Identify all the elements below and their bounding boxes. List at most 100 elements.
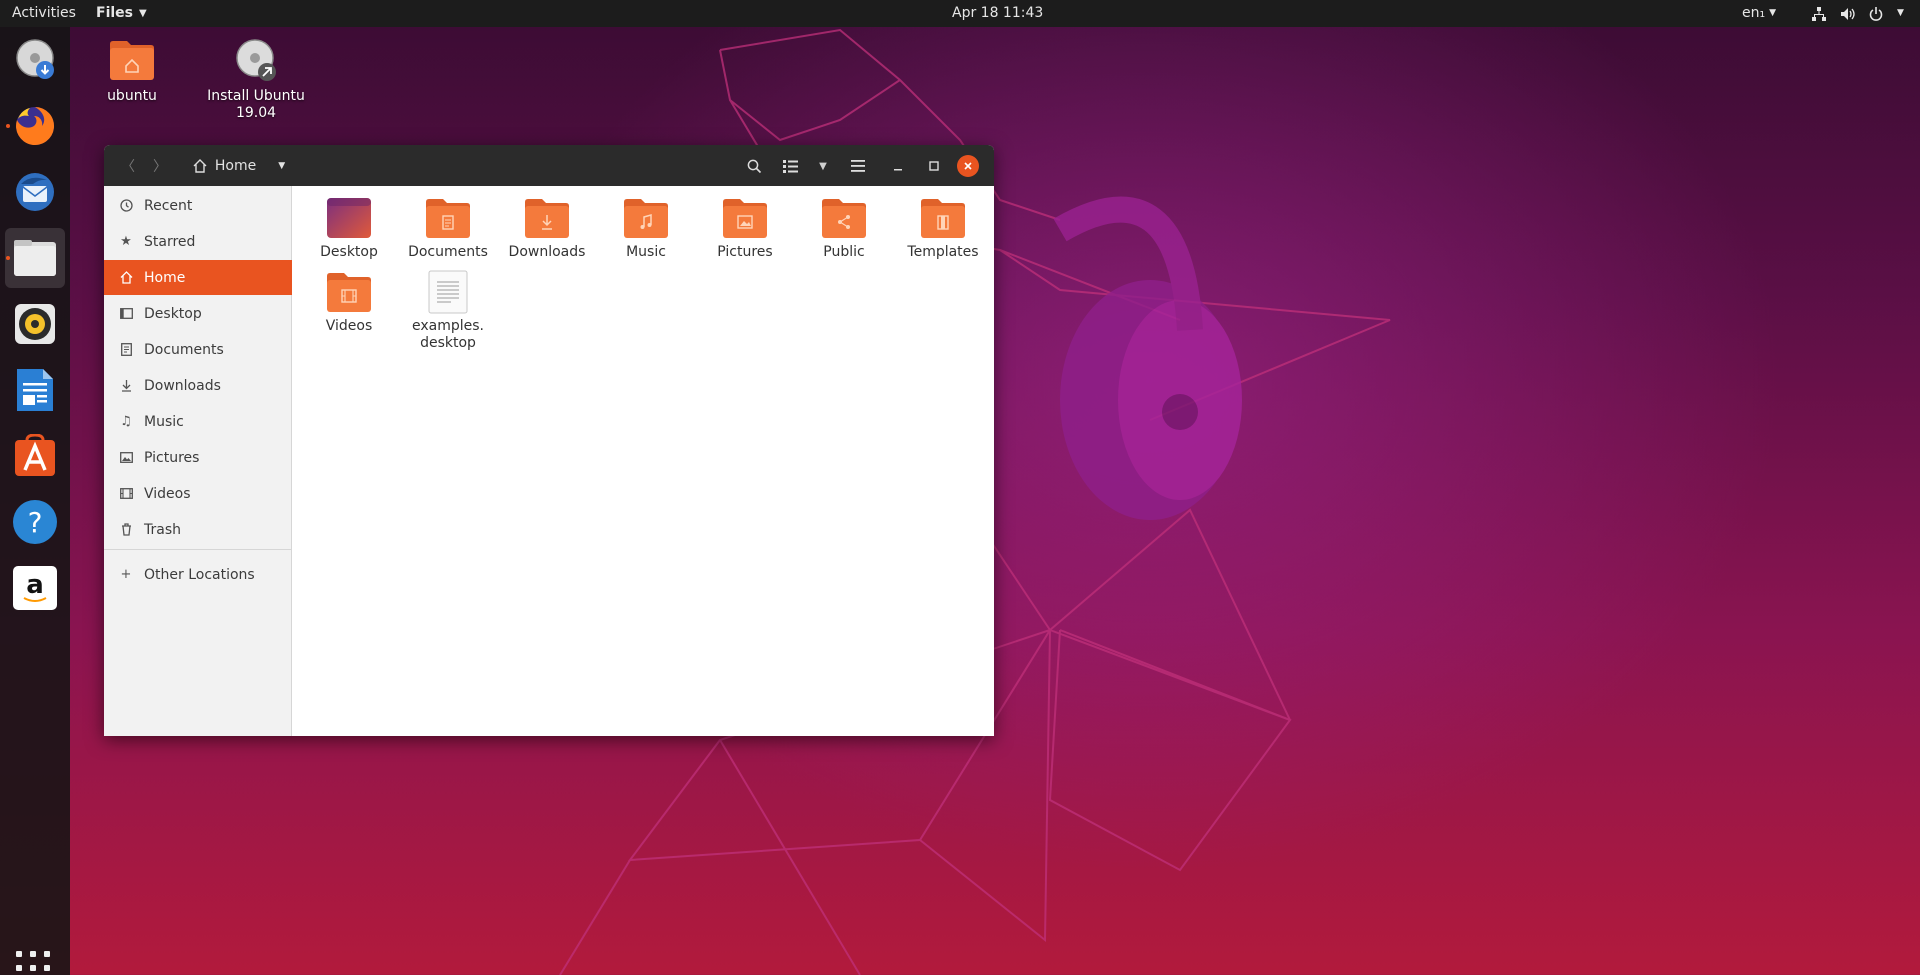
disk-installer-icon (16, 39, 54, 79)
sidebar-item-desktop[interactable]: Desktop (104, 296, 292, 331)
templates-folder-icon (921, 199, 965, 238)
file-item-downloads[interactable]: Downloads (497, 196, 597, 261)
clock-icon (118, 199, 134, 212)
close-button[interactable] (957, 155, 979, 177)
picture-icon (118, 452, 134, 463)
dock: ? a (0, 27, 70, 975)
file-item-label: Pictures (717, 244, 773, 260)
sidebar-item-videos[interactable]: Videos (104, 476, 292, 511)
desktop-icon-install-ubuntu[interactable]: Install Ubuntu 19.04 (201, 38, 311, 122)
chevron-left-icon: 〈 (121, 159, 135, 175)
system-menu[interactable]: ▼ (1812, 0, 1904, 27)
app-menu-files[interactable]: Files ▼ (96, 0, 147, 27)
language-indicator[interactable]: en₁ ▼ (1742, 0, 1776, 27)
maximize-button[interactable] (921, 153, 947, 179)
video-icon (118, 488, 134, 499)
dock-amazon[interactable]: a (5, 558, 65, 618)
file-item-templates[interactable]: Templates (893, 196, 993, 261)
activities-button[interactable]: Activities (12, 0, 76, 27)
chevron-down-icon: ▼ (1897, 8, 1904, 18)
files-icon (14, 240, 56, 276)
file-item-documents[interactable]: Documents (398, 196, 498, 261)
sidebar-item-recent[interactable]: Recent (104, 188, 292, 223)
language-label: en₁ (1742, 5, 1766, 21)
close-icon (964, 162, 972, 170)
chevron-down-icon: ▼ (819, 160, 827, 172)
sidebar-item-other-locations[interactable]: + Other Locations (104, 557, 292, 592)
writer-icon (17, 369, 53, 411)
sidebar-item-pictures[interactable]: Pictures (104, 440, 292, 475)
trash-icon (118, 523, 134, 536)
star-icon: ★ (120, 234, 132, 249)
dock-files[interactable] (5, 228, 65, 288)
sidebar-item-music[interactable]: ♫ Music (104, 404, 292, 439)
sidebar-item-starred[interactable]: ★ Starred (104, 224, 292, 259)
sidebar-separator (104, 549, 292, 550)
sidebar-item-label: Desktop (144, 305, 202, 322)
search-button[interactable] (737, 153, 771, 179)
desktop-icon (118, 308, 134, 319)
power-icon (1869, 6, 1883, 21)
home-icon (118, 271, 134, 284)
file-view: Desktop Documents Downloads Music Pictur… (293, 186, 994, 736)
file-item-label: Videos (325, 318, 373, 334)
desktop-icon-label: Install Ubuntu 19.04 (207, 88, 305, 121)
dock-install-ubuntu[interactable] (5, 30, 65, 90)
music-icon: ♫ (120, 414, 132, 429)
list-view-button[interactable] (773, 153, 807, 179)
sidebar-item-downloads[interactable]: Downloads (104, 368, 292, 403)
file-item-label: Public (823, 244, 865, 260)
file-item-videos[interactable]: Videos (299, 270, 399, 335)
back-button[interactable]: 〈 (114, 153, 142, 179)
software-icon (15, 434, 55, 476)
help-icon: ? (13, 500, 57, 544)
dock-help[interactable]: ? (5, 492, 65, 552)
home-icon (193, 159, 207, 173)
chevron-down-icon: ▼ (278, 161, 286, 171)
dock-firefox[interactable] (5, 96, 65, 156)
file-item-label: Downloads (508, 244, 586, 260)
top-bar: Activities Files ▼ Apr 18 11:43 en₁ ▼ ▼ (0, 0, 1920, 27)
sidebar-item-label: Pictures (144, 449, 200, 466)
view-options-button[interactable]: ▼ (809, 153, 837, 179)
minimize-button[interactable] (885, 153, 911, 179)
sidebar: Recent ★ Starred Home Desktop Documents … (104, 186, 292, 736)
amazon-smile-icon (23, 597, 47, 602)
documents-folder-icon (426, 199, 470, 238)
chevron-right-icon: 〉 (153, 159, 167, 175)
sidebar-item-label: Music (144, 413, 184, 430)
file-item-pictures[interactable]: Pictures (695, 196, 795, 261)
document-icon (118, 343, 134, 356)
show-applications-button[interactable] (16, 951, 52, 975)
thunderbird-icon (16, 173, 54, 211)
sidebar-item-documents[interactable]: Documents (104, 332, 292, 367)
sidebar-item-label: Videos (144, 485, 191, 502)
dock-thunderbird[interactable] (5, 162, 65, 222)
path-bar-home[interactable]: Home ▼ (186, 153, 292, 179)
file-item-label: Templates (907, 244, 979, 260)
clock[interactable]: Apr 18 11:43 (952, 0, 1043, 27)
volume-icon (1841, 7, 1855, 20)
videos-folder-icon (327, 273, 371, 312)
main-menu-button[interactable] (841, 153, 875, 179)
path-label: Home (214, 158, 257, 174)
sidebar-item-trash[interactable]: Trash (104, 512, 292, 547)
text-file-icon (428, 270, 468, 314)
sidebar-item-label: Other Locations (144, 566, 255, 583)
file-item-music[interactable]: Music (596, 196, 696, 261)
dock-rhythmbox[interactable] (5, 294, 65, 354)
file-item-desktop[interactable]: Desktop (299, 196, 399, 261)
file-item-examples-desktop[interactable]: examples. desktop (398, 270, 498, 352)
desktop-icon-home[interactable]: ubuntu (77, 38, 187, 105)
sidebar-item-label: Starred (144, 233, 196, 250)
firefox-icon (16, 106, 55, 145)
sidebar-item-home[interactable]: Home (104, 260, 292, 295)
dock-libreoffice-writer[interactable] (5, 360, 65, 420)
desktop-folder-icon (327, 198, 371, 238)
dock-ubuntu-software[interactable] (5, 426, 65, 486)
search-icon (747, 159, 761, 173)
file-item-public[interactable]: Public (794, 196, 894, 261)
sidebar-item-label: Trash (144, 521, 181, 538)
forward-button[interactable]: 〉 (146, 153, 174, 179)
installer-disk-icon (236, 39, 276, 81)
